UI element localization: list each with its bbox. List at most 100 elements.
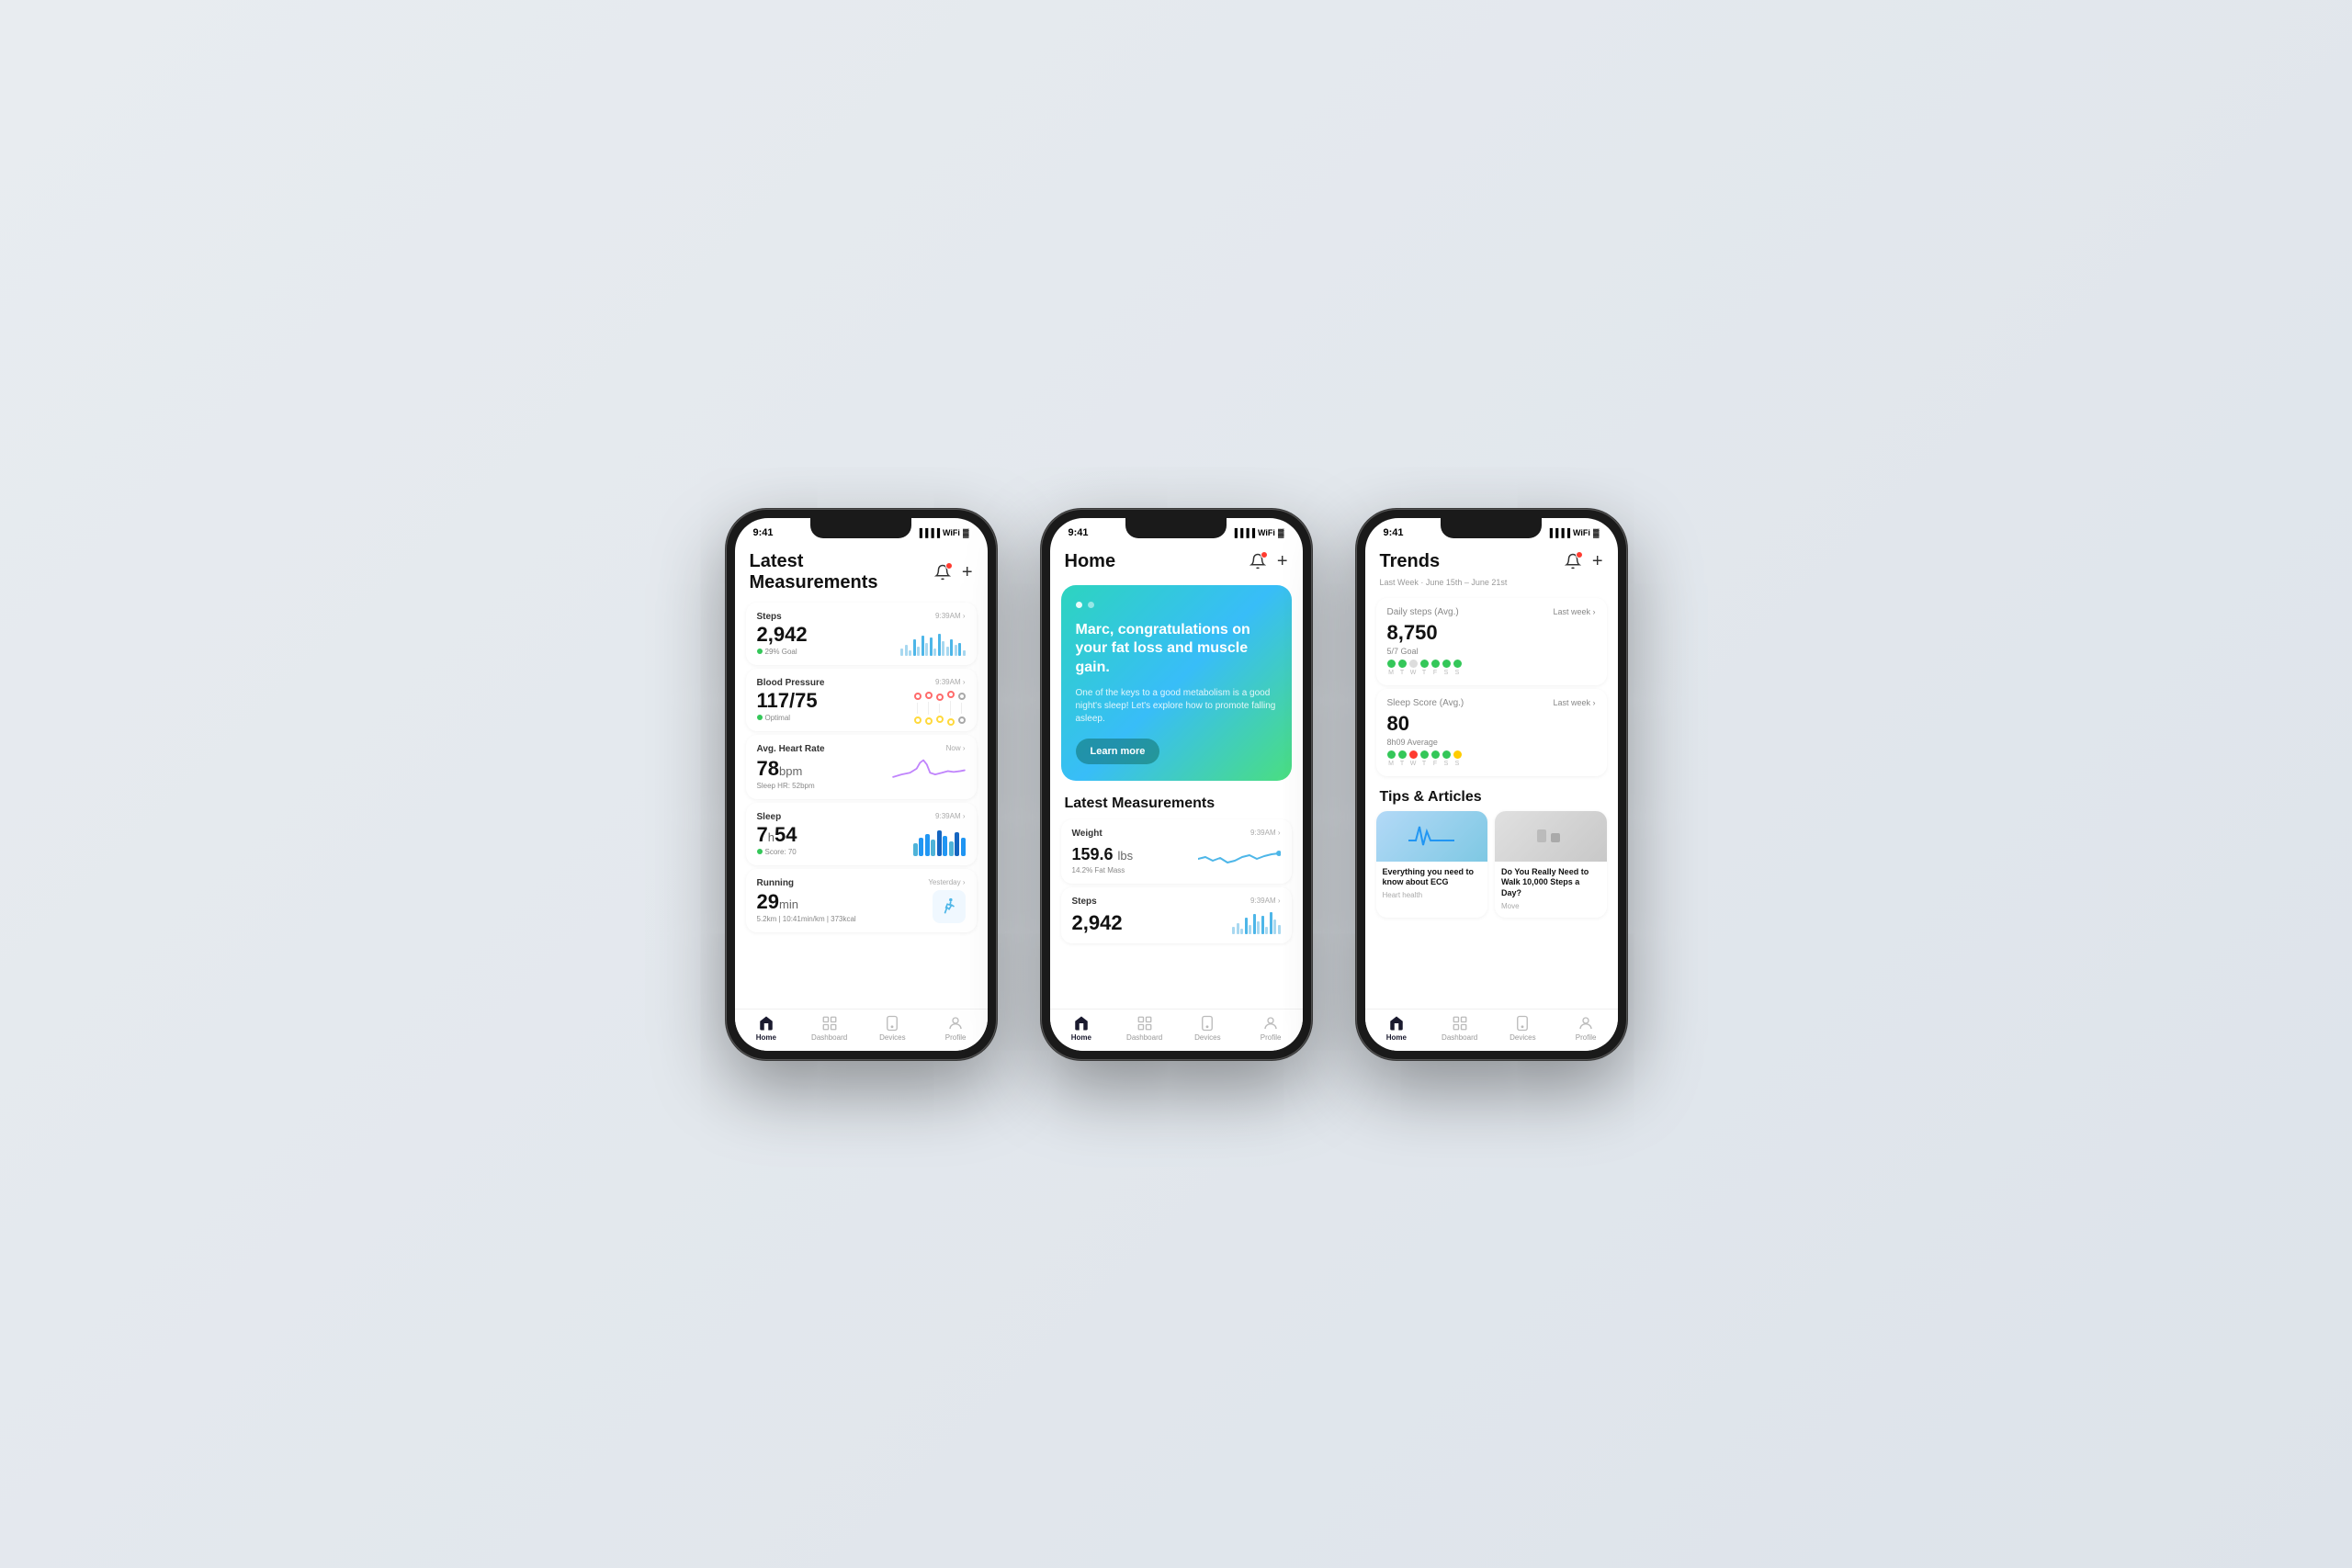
steps-trend-card[interactable]: Daily steps (Avg.) Last week › 8,750 5/7… — [1376, 598, 1607, 685]
status-time-3: 9:41 — [1384, 527, 1404, 538]
steps-trend-title: Daily steps (Avg.) — [1387, 607, 1459, 617]
nav-profile-1[interactable]: Profile — [924, 1015, 988, 1042]
top-bar-1: Latest Measurements + — [735, 544, 988, 599]
hero-title: Marc, congratulations on your fat loss a… — [1076, 621, 1277, 678]
nav-profile-2[interactable]: Profile — [1239, 1015, 1303, 1042]
nav-devices-3[interactable]: Devices — [1491, 1015, 1555, 1042]
status-time-2: 9:41 — [1069, 527, 1089, 538]
weight-value: 159.6 lbs — [1072, 846, 1134, 864]
running-card[interactable]: Running Yesterday › 29min 5.2km | 10:41m… — [746, 869, 977, 932]
steps-time-2: 9:39AM › — [1250, 897, 1280, 905]
weight-title: Weight — [1072, 829, 1102, 839]
status-icons-3: ▐▐▐▐ WiFi ▓ — [1547, 528, 1600, 537]
nav-dashboard-1[interactable]: Dashboard — [797, 1015, 861, 1042]
latest-measurements-title-2: Latest Measurements — [1050, 788, 1303, 816]
status-icons-1: ▐▐▐▐ WiFi ▓ — [917, 528, 969, 537]
hero-card[interactable]: Marc, congratulations on your fat loss a… — [1061, 585, 1292, 781]
sleep-trend-link[interactable]: Last week › — [1553, 698, 1595, 708]
add-button-2[interactable]: + — [1277, 552, 1288, 570]
add-button-1[interactable]: + — [962, 563, 973, 581]
phone-2: 9:41 ▐▐▐▐ WiFi ▓ Home — [1041, 509, 1312, 1060]
weight-time: 9:39AM › — [1250, 829, 1280, 837]
notch-1 — [810, 518, 911, 538]
nav-home-2[interactable]: Home — [1050, 1015, 1114, 1042]
wifi-icon-2: WiFi — [1258, 528, 1275, 537]
sleep-sub: Score: 70 — [757, 848, 797, 856]
day-s1: S — [1442, 670, 1451, 676]
day-m: M — [1387, 670, 1396, 676]
nav-devices-1[interactable]: Devices — [861, 1015, 924, 1042]
sleep-day-labels: M T W T F S S — [1387, 761, 1596, 767]
top-bar-3: Trends + — [1365, 544, 1618, 578]
steps-value: 2,942 — [757, 624, 808, 646]
phone-1: 9:41 ▐▐▐▐ WiFi ▓ Latest Measurements — [726, 509, 997, 1060]
day-w: W — [1409, 670, 1418, 676]
page-title-1: Latest Measurements — [750, 551, 933, 593]
hero-sub: One of the keys to a good metabolism is … — [1076, 687, 1277, 726]
hr-title: Avg. Heart Rate — [757, 744, 825, 754]
bp-time: 9:39AM › — [935, 678, 965, 686]
weight-chart — [1198, 840, 1281, 874]
notification-dot-1 — [945, 562, 953, 570]
bottom-nav-1: Home Dashboard — [735, 1009, 988, 1051]
nav-home-label-1: Home — [756, 1033, 776, 1042]
running-title: Running — [757, 878, 795, 888]
bp-chart — [914, 694, 966, 722]
notification-dot-3 — [1576, 551, 1583, 558]
weight-sub: 14.2% Fat Mass — [1072, 866, 1134, 874]
steps-chart-2 — [1232, 908, 1281, 934]
nav-dashboard-3[interactable]: Dashboard — [1428, 1015, 1491, 1042]
nav-dashboard-2[interactable]: Dashboard — [1113, 1015, 1176, 1042]
bell-button-3[interactable] — [1563, 551, 1583, 571]
article-steps-category: Move — [1501, 902, 1600, 910]
sleep-trend-card[interactable]: Sleep Score (Avg.) Last week › 80 8h09 A… — [1376, 689, 1607, 776]
sleep-dot-m — [1387, 750, 1396, 759]
nav-dashboard-label-2: Dashboard — [1126, 1033, 1162, 1042]
weight-card[interactable]: Weight 9:39AM › 159.6 lbs 14.2% Fat Mass — [1061, 819, 1292, 884]
sleep-trend-title: Sleep Score (Avg.) — [1387, 698, 1464, 708]
heart-rate-card[interactable]: Avg. Heart Rate Now › 78bpm Sleep HR: 52… — [746, 735, 977, 799]
nav-profile-3[interactable]: Profile — [1555, 1015, 1618, 1042]
sleep-dot-f — [1431, 750, 1440, 759]
article-ecg[interactable]: Everything you need to know about ECG He… — [1376, 811, 1488, 918]
bp-sub: Optimal — [757, 714, 818, 722]
sleep-time: 9:39AM › — [935, 812, 965, 820]
steps-dot-t1 — [1398, 660, 1407, 668]
home-scroll[interactable]: Marc, congratulations on your fat loss a… — [1050, 578, 1303, 1009]
nav-home-label-2: Home — [1071, 1033, 1091, 1042]
steps-title: Steps — [757, 612, 782, 622]
sleep-dot-w — [1409, 750, 1418, 759]
sleep-dot-row — [1387, 750, 1596, 759]
steps-trend-value: 8,750 — [1387, 621, 1596, 645]
steps-time: 9:39AM › — [935, 612, 965, 620]
article-steps[interactable]: Do You Really Need to Walk 10,000 Steps … — [1495, 811, 1607, 918]
add-button-3[interactable]: + — [1592, 552, 1603, 570]
wifi-icon: WiFi — [943, 528, 960, 537]
status-icons-2: ▐▐▐▐ WiFi ▓ — [1232, 528, 1284, 537]
steps-card-2[interactable]: Steps 9:39AM › 2,942 — [1061, 887, 1292, 943]
steps-trend-link[interactable]: Last week › — [1553, 607, 1595, 617]
day-t2: T — [1420, 670, 1429, 676]
learn-more-button[interactable]: Learn more — [1076, 739, 1160, 764]
tips-title: Tips & Articles — [1365, 780, 1618, 811]
hr-value: 78bpm — [757, 758, 815, 780]
measurements-scroll-1[interactable]: Steps 9:39AM › 2,942 29% Goal — [735, 599, 988, 1009]
status-time-1: 9:41 — [753, 527, 774, 538]
nav-devices-2[interactable]: Devices — [1176, 1015, 1239, 1042]
bell-button-1[interactable] — [933, 562, 953, 582]
nav-home-1[interactable]: Home — [735, 1015, 798, 1042]
bp-card[interactable]: Blood Pressure 9:39AM › 117/75 Optimal — [746, 669, 977, 731]
nav-home-3[interactable]: Home — [1365, 1015, 1429, 1042]
bottom-nav-3: Home Dashboard — [1365, 1009, 1618, 1051]
running-sub: 5.2km | 10:41min/km | 373kcal — [757, 915, 856, 923]
sleep-card[interactable]: Sleep 9:39AM › 7h54 Score: 70 — [746, 803, 977, 865]
steps-trend-goal: 5/7 Goal — [1387, 647, 1596, 656]
article-steps-image — [1495, 811, 1607, 862]
nav-devices-label-3: Devices — [1510, 1033, 1535, 1042]
running-icon — [933, 890, 966, 923]
trends-scroll[interactable]: Daily steps (Avg.) Last week › 8,750 5/7… — [1365, 594, 1618, 1009]
steps-card[interactable]: Steps 9:39AM › 2,942 29% Goal — [746, 603, 977, 665]
bp-value: 117/75 — [757, 690, 818, 712]
top-bar-icons-3: + — [1563, 551, 1603, 571]
bell-button-2[interactable] — [1248, 551, 1268, 571]
